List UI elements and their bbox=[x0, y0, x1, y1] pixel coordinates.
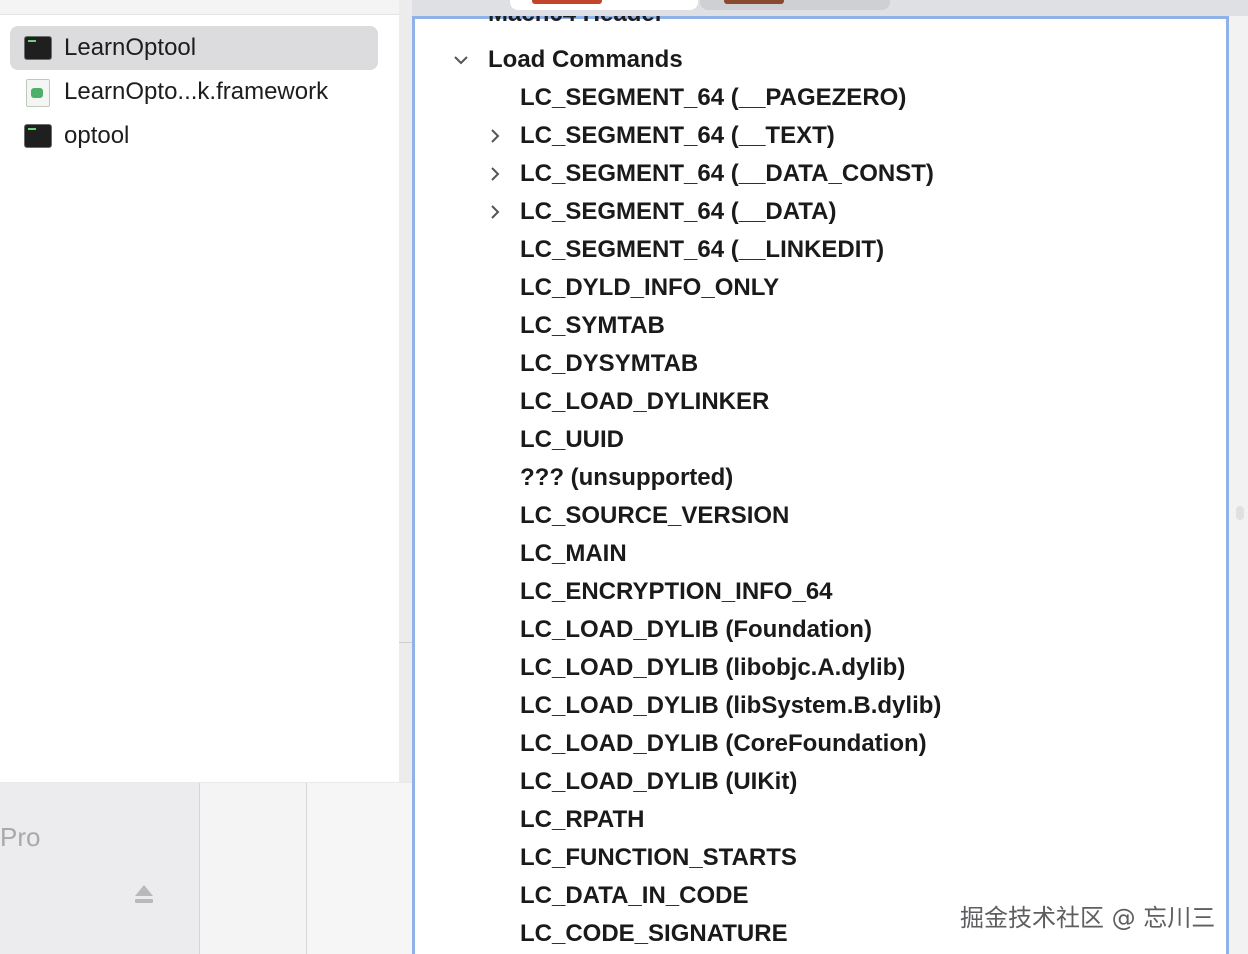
file-item-label: optool bbox=[64, 122, 130, 149]
load-command-label: LC_SEGMENT_64 (__TEXT) bbox=[520, 122, 835, 149]
load-command-row[interactable]: LC_LOAD_DYLIB (UIKit) bbox=[520, 764, 797, 800]
load-command-row[interactable]: LC_ENCRYPTION_INFO_64 bbox=[520, 574, 833, 610]
terminal-executable-icon bbox=[24, 35, 52, 61]
load-command-label: LC_MAIN bbox=[520, 540, 627, 567]
mach-header-row-partial[interactable]: Mach64 Header bbox=[488, 16, 688, 34]
bottom-left-panel: Pro bbox=[0, 783, 412, 954]
pane-splitter[interactable] bbox=[399, 0, 413, 782]
load-command-label: LC_SEGMENT_64 (__LINKEDIT) bbox=[520, 236, 885, 263]
load-command-row[interactable]: LC_SEGMENT_64 (__DATA_CONST) bbox=[520, 156, 934, 192]
load-command-label: LC_UUID bbox=[520, 426, 625, 453]
load-command-label: LC_SEGMENT_64 (__DATA) bbox=[520, 198, 837, 225]
load-command-label: ??? (unsupported) bbox=[520, 464, 734, 491]
load-command-row[interactable]: LC_RPATH bbox=[520, 802, 644, 838]
chevron-down-icon[interactable] bbox=[453, 52, 469, 68]
load-command-row[interactable]: LC_LOAD_DYLINKER bbox=[520, 384, 769, 420]
load-command-label: LC_DATA_IN_CODE bbox=[520, 882, 749, 909]
load-command-label: LC_SEGMENT_64 (__PAGEZERO) bbox=[520, 84, 907, 111]
load-command-row[interactable]: LC_SYMTAB bbox=[520, 308, 665, 344]
load-command-label: LC_ENCRYPTION_INFO_64 bbox=[520, 578, 833, 605]
load-command-row[interactable]: LC_SEGMENT_64 (__LINKEDIT) bbox=[520, 232, 884, 268]
load-command-label: LC_LOAD_DYLIB (libSystem.B.dylib) bbox=[520, 692, 942, 719]
pane-top-edge bbox=[0, 0, 399, 15]
file-item-learnoptool[interactable]: LearnOptool bbox=[10, 26, 378, 70]
pro-label: Pro bbox=[0, 822, 41, 852]
framework-bundle-icon bbox=[24, 79, 52, 107]
column-empty bbox=[307, 783, 412, 954]
column-empty bbox=[200, 783, 306, 954]
window-tab-active[interactable] bbox=[510, 0, 698, 10]
load-command-row[interactable]: LC_SOURCE_VERSION bbox=[520, 498, 789, 534]
load-command-label: LC_LOAD_DYLIB (UIKit) bbox=[520, 768, 798, 795]
file-list-pane: LearnOptool LearnOpto...k.framework opto… bbox=[0, 0, 400, 782]
load-command-row[interactable]: LC_CODE_SIGNATURE bbox=[520, 916, 788, 952]
scrollbar-track[interactable] bbox=[1229, 16, 1248, 954]
load-command-label: LC_FUNCTION_STARTS bbox=[520, 844, 797, 871]
load-command-label: LC_LOAD_DYLIB (CoreFoundation) bbox=[520, 730, 927, 757]
load-command-row[interactable]: LC_SEGMENT_64 (__PAGEZERO) bbox=[520, 80, 906, 116]
load-command-row[interactable]: LC_MAIN bbox=[520, 536, 627, 572]
load-command-label: LC_DYLD_INFO_ONLY bbox=[520, 274, 780, 301]
load-command-row[interactable]: LC_FUNCTION_STARTS bbox=[520, 840, 797, 876]
load-command-row[interactable]: LC_LOAD_DYLIB (CoreFoundation) bbox=[520, 726, 927, 762]
file-item-framework[interactable]: LearnOpto...k.framework bbox=[10, 70, 378, 114]
load-command-row[interactable]: LC_LOAD_DYLIB (libobjc.A.dylib) bbox=[520, 650, 905, 686]
load-command-label: LC_SOURCE_VERSION bbox=[520, 502, 790, 529]
load-commands-row[interactable]: Load Commands bbox=[488, 42, 683, 78]
file-item-label: LearnOptool bbox=[64, 34, 197, 61]
file-item-label: LearnOpto...k.framework bbox=[64, 78, 329, 105]
chevron-right-icon[interactable] bbox=[487, 166, 503, 182]
mach-header-label: Mach64 Header bbox=[488, 16, 664, 32]
load-command-row[interactable]: LC_DYSYMTAB bbox=[520, 346, 698, 382]
file-item-optool[interactable]: optool bbox=[10, 114, 378, 158]
load-commands-label: Load Commands bbox=[488, 46, 683, 73]
chevron-right-icon[interactable] bbox=[487, 204, 503, 220]
load-command-label: LC_DYSYMTAB bbox=[520, 350, 699, 377]
load-command-row[interactable]: LC_DYLD_INFO_ONLY bbox=[520, 270, 779, 306]
load-command-label: LC_LOAD_DYLIB (libobjc.A.dylib) bbox=[520, 654, 906, 681]
load-command-row[interactable]: LC_DATA_IN_CODE bbox=[520, 878, 748, 914]
load-command-row[interactable]: LC_SEGMENT_64 (__DATA) bbox=[520, 194, 837, 230]
chevron-right-icon[interactable] bbox=[487, 128, 503, 144]
watermark: 掘金技术社区 @ 忘川三 bbox=[960, 904, 1216, 932]
load-command-label: LC_LOAD_DYLIB (Foundation) bbox=[520, 616, 872, 643]
load-command-row[interactable]: LC_UUID bbox=[520, 422, 624, 458]
load-command-row[interactable]: LC_LOAD_DYLIB (libSystem.B.dylib) bbox=[520, 688, 941, 724]
load-command-label: LC_SYMTAB bbox=[520, 312, 665, 339]
load-command-row[interactable]: LC_SEGMENT_64 (__TEXT) bbox=[520, 118, 835, 154]
eject-icon[interactable] bbox=[134, 883, 154, 905]
load-command-label: LC_RPATH bbox=[520, 806, 645, 833]
load-command-label: LC_CODE_SIGNATURE bbox=[520, 920, 788, 947]
load-command-label: LC_SEGMENT_64 (__DATA_CONST) bbox=[520, 160, 934, 187]
terminal-executable-icon bbox=[24, 123, 52, 149]
load-command-row[interactable]: LC_LOAD_DYLIB (Foundation) bbox=[520, 612, 872, 648]
load-command-row[interactable]: ??? (unsupported) bbox=[520, 460, 733, 496]
window-tab[interactable] bbox=[700, 0, 890, 10]
load-command-label: LC_LOAD_DYLINKER bbox=[520, 388, 770, 415]
